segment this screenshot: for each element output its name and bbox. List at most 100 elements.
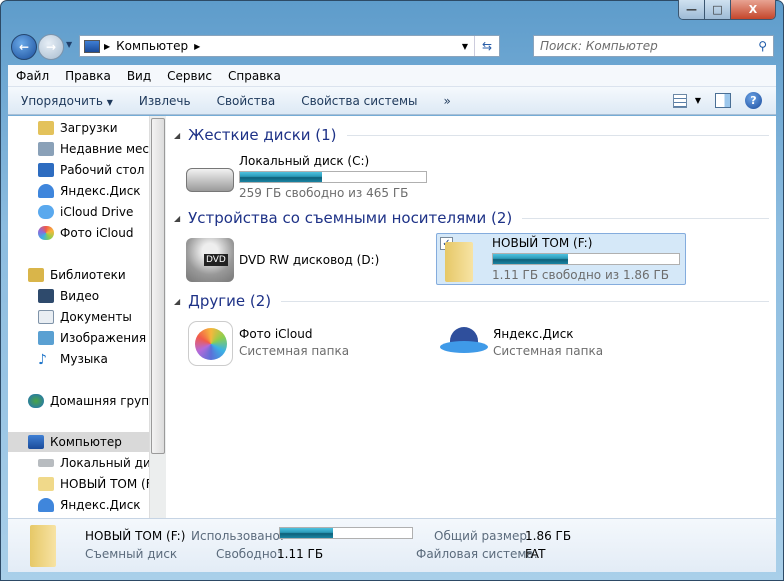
breadcrumb-computer[interactable]: Компьютер [116, 39, 188, 53]
window-controls: — □ X [678, 0, 776, 20]
breadcrumb-arrow-icon[interactable]: ▶ [194, 42, 200, 51]
more-commands-button[interactable]: » [431, 94, 464, 108]
folder-name: Фото iCloud [239, 327, 313, 341]
drive-item-f[interactable]: ✓ НОВЫЙ ТОМ (F:) 1.11 ГБ свободно из 1.8… [436, 233, 686, 285]
sidebar-item-recent-places[interactable]: Недавние места [38, 139, 149, 159]
system-properties-button[interactable]: Свойства системы [288, 94, 430, 108]
sidebar-item-icloud-drive[interactable]: iCloud Drive [38, 202, 149, 222]
preview-pane-icon[interactable] [715, 93, 731, 108]
details-usage-bar [279, 527, 413, 539]
collapse-icon[interactable]: ◢ [174, 297, 180, 306]
search-placeholder: Поиск: Компьютер [540, 39, 658, 53]
sidebar-item-documents[interactable]: Документы [38, 307, 149, 327]
organize-button[interactable]: Упорядочить ▼ [8, 94, 126, 108]
total-size-value: 1.86 ГБ [525, 529, 572, 543]
sidebar-item-local-disk[interactable]: Локальный диск (C:) [38, 453, 149, 473]
navigation-scrollbar[interactable] [149, 116, 166, 518]
pictures-icon [38, 331, 54, 345]
folder-type: Системная папка [239, 344, 350, 358]
drive-item-d[interactable]: DVD DVD RW дисковод (D:) [186, 236, 426, 282]
folder-type: Системная папка [493, 344, 604, 358]
desktop-icon [38, 163, 54, 177]
address-dropdown-icon[interactable]: ▼ [462, 42, 468, 51]
sidebar-item-downloads[interactable]: Загрузки [38, 118, 149, 138]
content-pane: ◢ Жесткие диски (1) Локальный диск (C:) 2… [166, 116, 776, 518]
sidebar-item-homegroup[interactable]: Домашняя группа [28, 391, 149, 411]
eject-button[interactable]: Извлечь [126, 94, 204, 108]
history-dropdown-icon[interactable]: ▼ [66, 40, 72, 49]
refresh-button[interactable]: ⇆ [474, 36, 499, 56]
command-bar: Упорядочить ▼ Извлечь Свойства Свойства … [8, 87, 776, 115]
menu-bar: Файл Правка Вид Сервис Справка [8, 65, 776, 87]
arrow-right-icon: → [45, 40, 57, 54]
folder-name: Яндекс.Диск [493, 327, 574, 341]
sidebar-item-desktop[interactable]: Рабочий стол [38, 160, 149, 180]
group-header-hdd[interactable]: ◢ Жесткие диски (1) [174, 126, 769, 144]
group-header-other[interactable]: ◢ Другие (2) [174, 292, 769, 310]
file-system-value: FAT [525, 547, 546, 561]
drive-free-space: 259 ГБ свободно из 465 ГБ [239, 186, 409, 200]
sidebar-item-libraries[interactable]: Библиотеки [28, 265, 149, 285]
downloads-icon [38, 121, 54, 135]
scrollbar-thumb[interactable] [151, 118, 165, 454]
sidebar-item-icloud-photos[interactable]: Фото iCloud [38, 223, 149, 243]
close-button[interactable]: X [731, 0, 775, 19]
computer-icon [28, 435, 44, 449]
free-value: 1.11 ГБ [277, 547, 324, 561]
arrow-left-icon: ← [18, 40, 30, 54]
menu-edit[interactable]: Правка [57, 69, 119, 83]
maximize-button[interactable]: □ [705, 0, 731, 19]
computer-icon [84, 39, 100, 53]
yandex-disk-icon [38, 498, 54, 512]
folder-item-icloud-photos[interactable]: Фото iCloud Системная папка [188, 319, 408, 367]
forward-button[interactable]: → [38, 34, 64, 60]
sidebar-item-pictures[interactable]: Изображения [38, 328, 149, 348]
group-header-removable[interactable]: ◢ Устройства со съемными носителями (2) [174, 209, 769, 227]
usage-bar [239, 171, 427, 183]
minimize-button[interactable]: — [679, 0, 705, 19]
address-bar[interactable]: ▶ Компьютер ▶ ▼ ⇆ [79, 35, 500, 57]
yandex-disk-icon [440, 327, 488, 357]
free-label: Свободно: [216, 547, 282, 561]
drive-free-space: 1.11 ГБ свободно из 1.86 ГБ [492, 268, 670, 282]
dvd-drive-icon: DVD [186, 238, 234, 282]
search-input[interactable]: Поиск: Компьютер ⚲ [533, 35, 774, 57]
photos-icon [38, 226, 54, 240]
drive-name: НОВЫЙ ТОМ (F:) [492, 236, 593, 250]
properties-button[interactable]: Свойства [204, 94, 289, 108]
collapse-icon[interactable]: ◢ [174, 214, 180, 223]
view-options-icon [672, 93, 687, 108]
details-pane: НОВЫЙ ТОМ (F:) Съемный диск Использовано… [8, 518, 776, 572]
yandex-disk-icon [38, 184, 54, 198]
menu-file[interactable]: Файл [8, 69, 57, 83]
change-view-button[interactable]: ▼ [672, 93, 701, 108]
drive-item-c[interactable]: Локальный диск (C:) 259 ГБ свободно из 4… [186, 154, 436, 202]
search-icon[interactable]: ⚲ [758, 39, 767, 53]
menu-view[interactable]: Вид [119, 69, 159, 83]
menu-help[interactable]: Справка [220, 69, 289, 83]
icloud-icon [38, 205, 54, 219]
drive-name: Локальный диск (C:) [239, 154, 370, 168]
sidebar-item-computer[interactable]: Компьютер [8, 432, 149, 452]
video-icon [38, 289, 54, 303]
sidebar-item-video[interactable]: Видео [38, 286, 149, 306]
libraries-icon [28, 268, 44, 282]
usb-folder-icon [30, 525, 56, 567]
sidebar-item-yandex-disk[interactable]: Яндекс.Диск [38, 181, 149, 201]
recent-places-icon [38, 142, 54, 156]
menu-tools[interactable]: Сервис [159, 69, 220, 83]
help-icon[interactable]: ? [745, 92, 762, 109]
usb-drive-icon [38, 477, 54, 491]
drive-icon [38, 459, 54, 467]
used-label: Использовано: [191, 529, 284, 543]
usb-folder-icon [445, 242, 473, 282]
photos-icon [188, 321, 233, 366]
sidebar-item-yandex-disk-2[interactable]: Яндекс.Диск [38, 495, 149, 515]
usage-bar [492, 253, 680, 265]
collapse-icon[interactable]: ◢ [174, 131, 180, 140]
music-icon: ♪ [38, 352, 47, 368]
back-button[interactable]: ← [11, 34, 37, 60]
sidebar-item-music[interactable]: ♪ Музыка [38, 349, 149, 369]
folder-item-yandex-disk[interactable]: Яндекс.Диск Системная папка [440, 319, 660, 367]
sidebar-item-new-volume[interactable]: НОВЫЙ ТОМ (F:) [38, 474, 149, 494]
